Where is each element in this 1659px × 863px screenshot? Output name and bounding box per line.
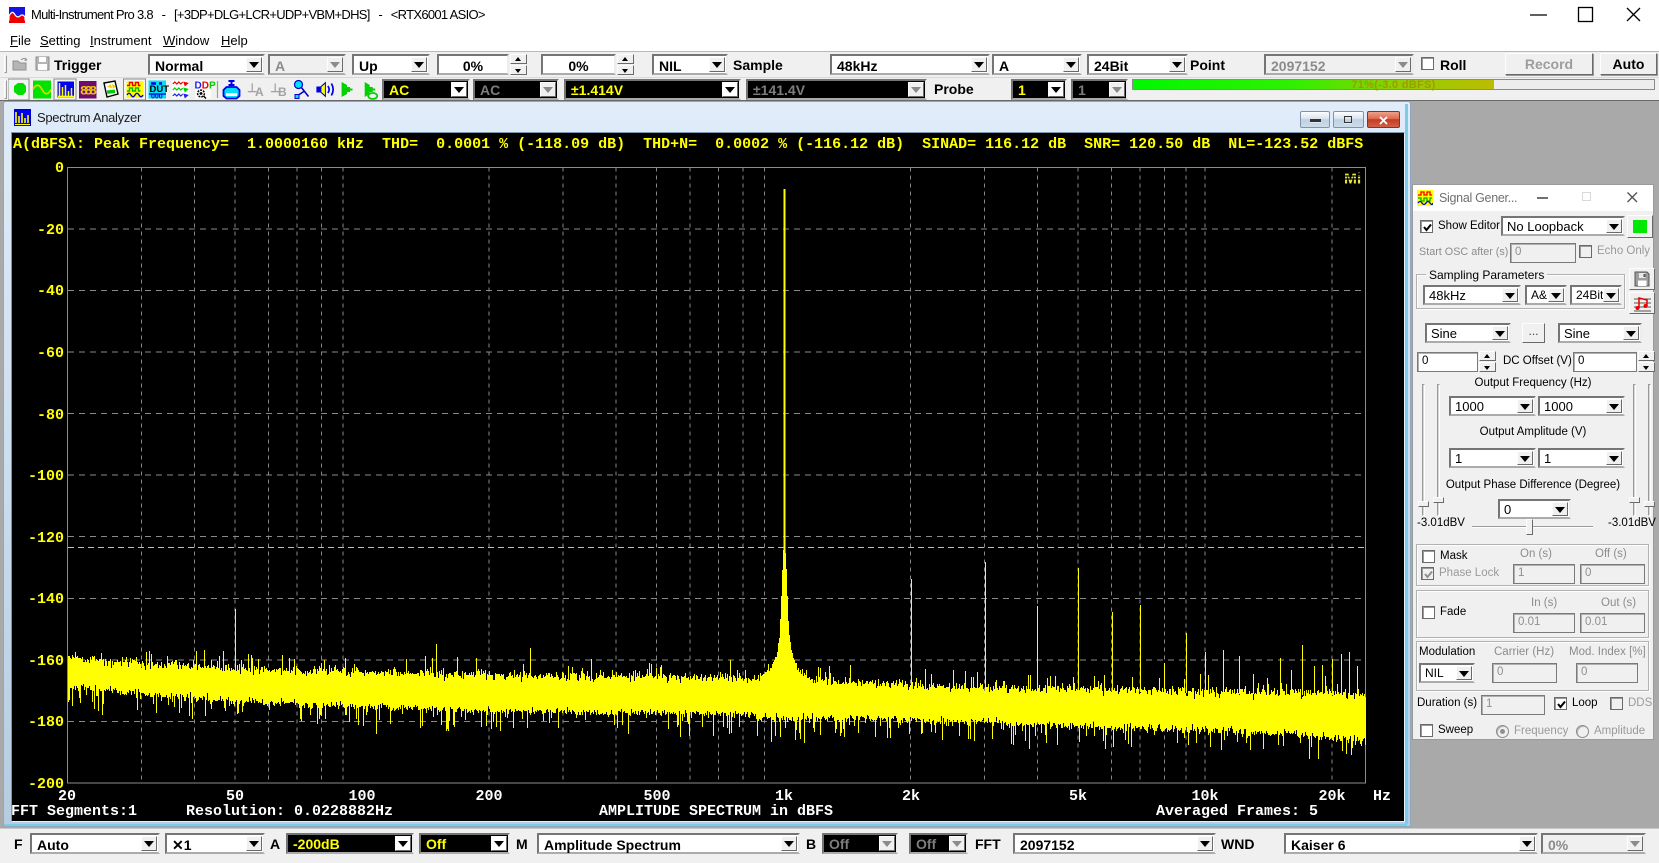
svg-text:-180: -180 [28, 714, 64, 731]
svg-text:20k: 20k [1318, 788, 1345, 805]
svg-text:200: 200 [475, 788, 502, 805]
svg-text:-80: -80 [37, 407, 64, 424]
svg-text:-100: -100 [28, 468, 64, 485]
svg-text:DDP: DDP [195, 81, 216, 92]
svg-text:-20: -20 [37, 222, 64, 239]
svg-text:Hz: Hz [1373, 788, 1391, 805]
svg-text:Averaged Frames: 5: Averaged Frames: 5 [1156, 803, 1318, 820]
svg-text:2k: 2k [902, 788, 920, 805]
svg-text:A: A [255, 85, 264, 99]
svg-text:0: 0 [55, 160, 64, 177]
svg-text:-120: -120 [28, 530, 64, 547]
svg-text:AMPLITUDE SPECTRUM in dBFS: AMPLITUDE SPECTRUM in dBFS [599, 803, 833, 820]
svg-text:5k: 5k [1069, 788, 1087, 805]
svg-text:-160: -160 [28, 653, 64, 670]
svg-text:-140: -140 [28, 591, 64, 608]
svg-text:-40: -40 [37, 283, 64, 300]
svg-text:-60: -60 [37, 345, 64, 362]
svg-text:FFT Segments:1: FFT Segments:1 [12, 803, 137, 820]
svg-text:Resolution: 0.0228882Hz: Resolution: 0.0228882Hz [186, 803, 393, 820]
svg-text:B: B [278, 85, 287, 99]
